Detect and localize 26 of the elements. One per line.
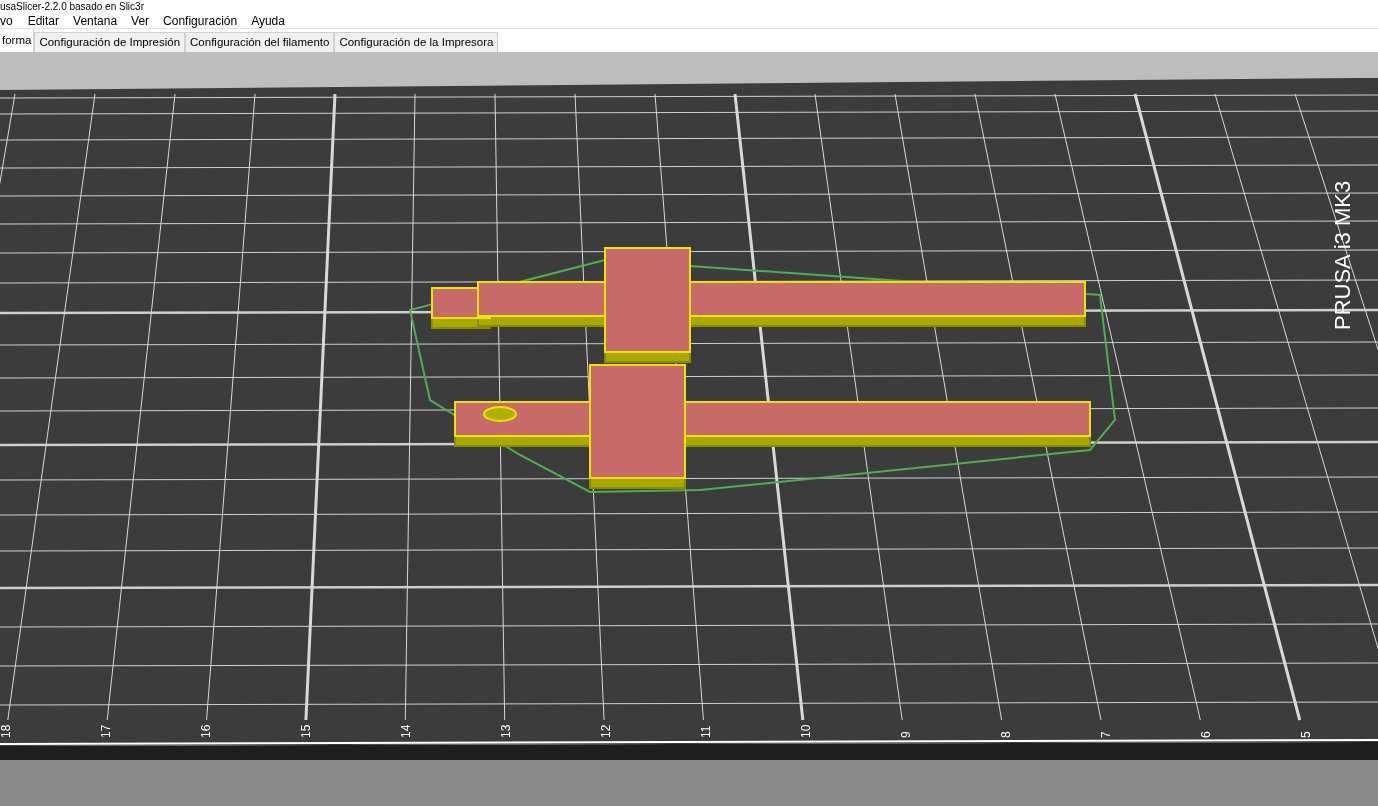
axis-label: 9 (899, 731, 913, 738)
axis-label: 17 (99, 724, 113, 738)
axis-label: 11 (699, 725, 713, 738)
axis-label: 16 (199, 724, 213, 738)
menu-item[interactable]: Ventana (66, 13, 125, 28)
axis-label: 15 (299, 724, 313, 738)
tab[interactable]: forma (0, 29, 35, 53)
axis-label: 7 (1099, 731, 1113, 738)
axis-label: 10 (799, 724, 813, 738)
menu-item[interactable]: Ver (124, 13, 157, 28)
menu-item[interactable]: Editar (20, 13, 67, 28)
axis-label: 13 (499, 724, 513, 738)
tab[interactable]: Configuración de la Impresora (334, 32, 499, 52)
axis-label: 14 (399, 724, 413, 738)
tab[interactable]: Configuración de Impresión (34, 32, 186, 52)
axis-label: 12 (599, 724, 613, 738)
tab[interactable]: Configuración del filamento (185, 32, 335, 52)
window-title: usaSlicer-2.2.0 basado en Slic3r (0, 0, 144, 13)
axis-label: 6 (1199, 731, 1213, 738)
menu-item[interactable]: vo (0, 13, 21, 28)
bed-label: PRUSA i3 MK3 (1330, 180, 1355, 330)
menu-item[interactable]: Ayuda (244, 13, 292, 28)
menu-item[interactable]: Configuración (156, 13, 245, 28)
axis-label: 18 (0, 724, 13, 738)
axis-label: 8 (999, 731, 1013, 738)
axis-label: 5 (1299, 731, 1313, 738)
